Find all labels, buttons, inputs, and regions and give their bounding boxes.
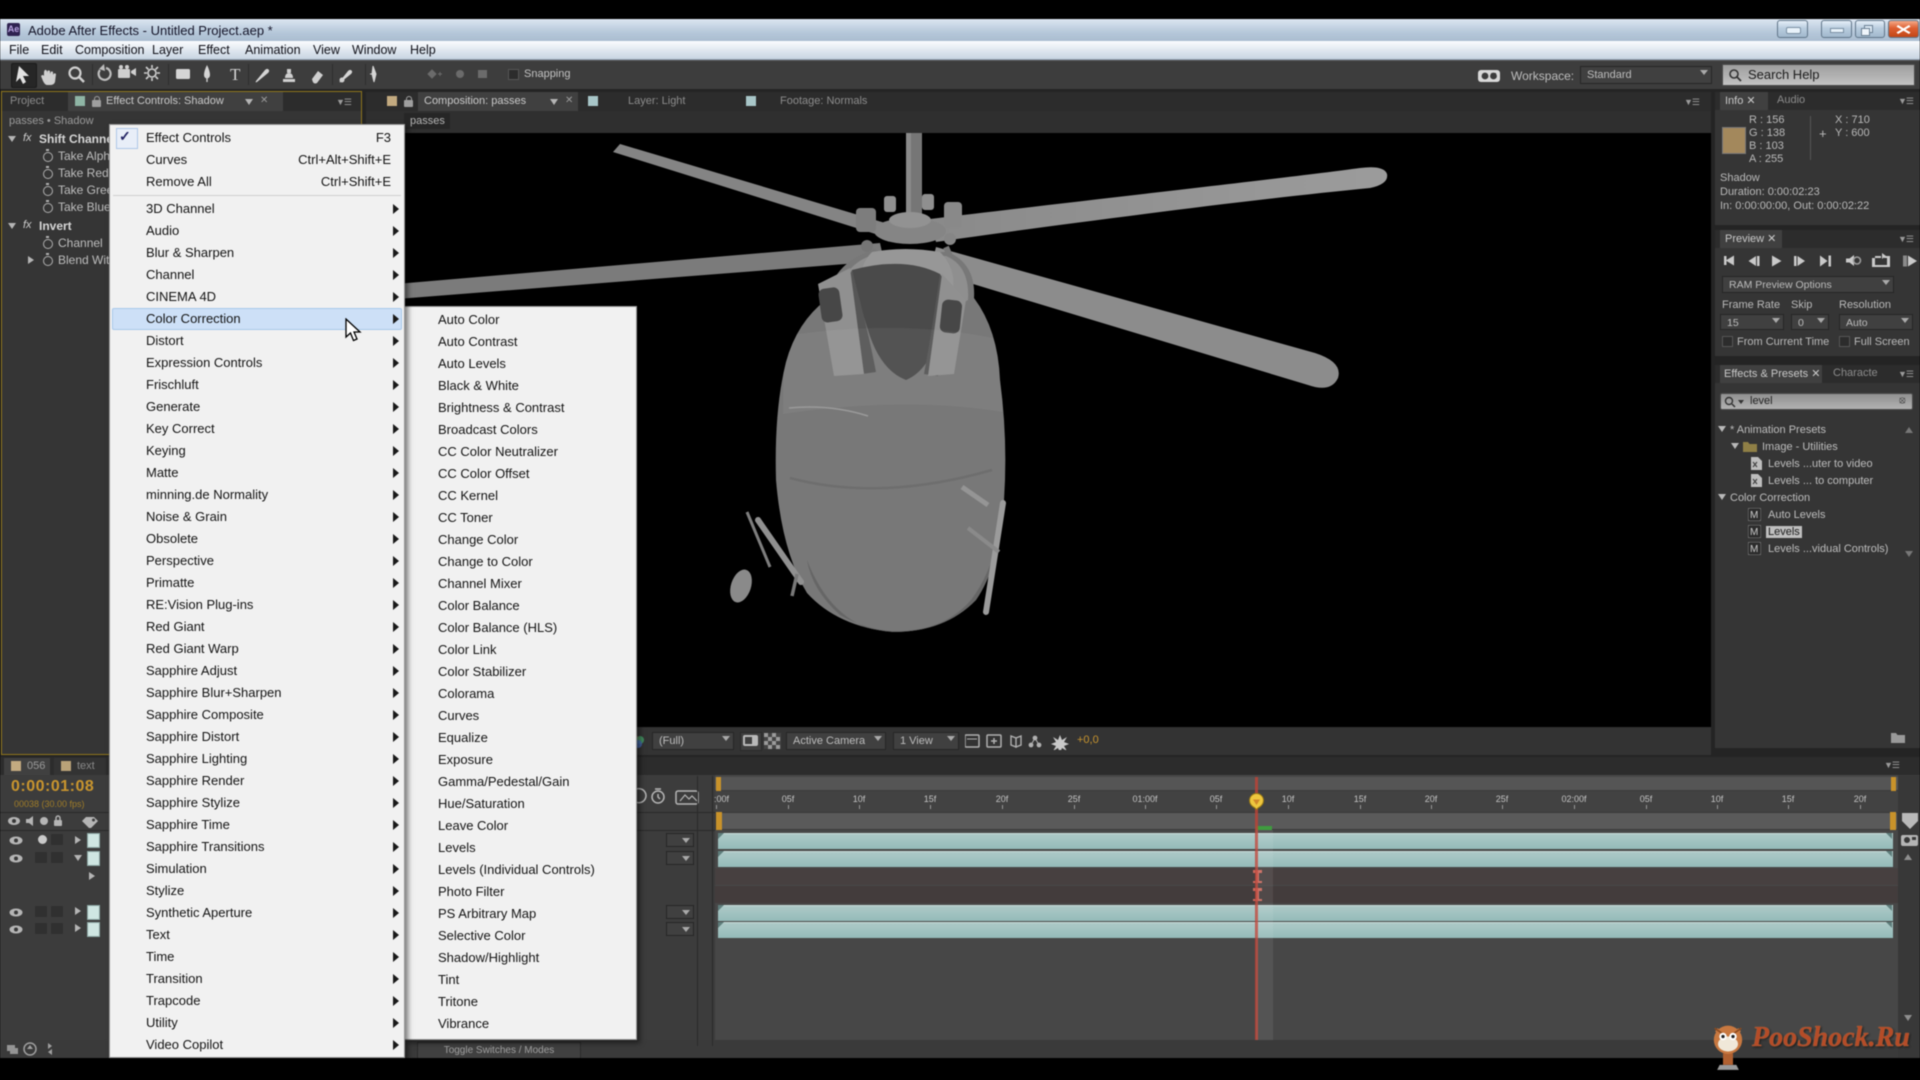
- svg-text:M: M: [1750, 527, 1758, 538]
- svg-text:M: M: [1750, 510, 1758, 521]
- svg-text:M: M: [1750, 544, 1758, 555]
- svg-text:T: T: [230, 65, 241, 84]
